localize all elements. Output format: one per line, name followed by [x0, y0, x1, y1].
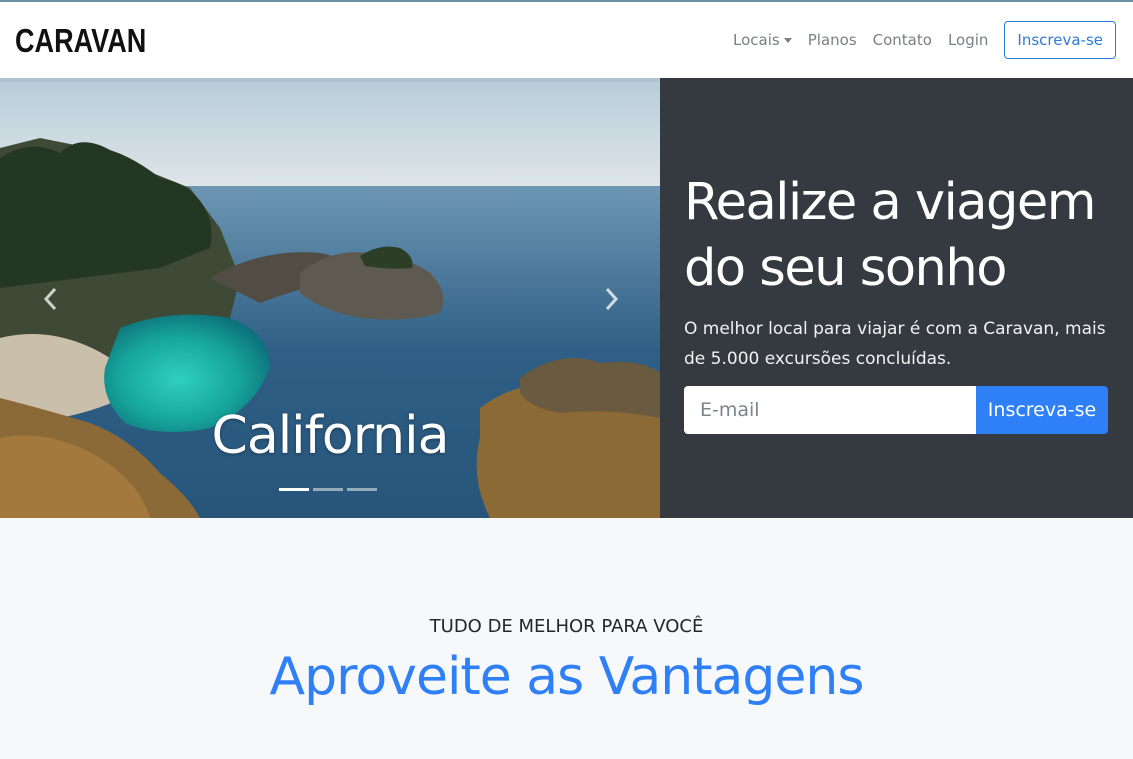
navbar: CARAVAN Locais Planos Contato Login Insc… — [0, 0, 1133, 78]
nav-link-planos[interactable]: Planos — [808, 31, 857, 49]
signup-nav-button[interactable]: Inscreva-se — [1004, 21, 1116, 59]
carousel-indicators — [279, 488, 377, 491]
email-field[interactable] — [684, 386, 976, 434]
hero-title-line2: do seu sonho — [684, 239, 1007, 298]
nav-link-label: Locais — [733, 31, 780, 49]
carousel-indicator-2[interactable] — [313, 488, 343, 491]
signup-button[interactable]: Inscreva-se — [976, 386, 1108, 434]
hero-subtitle: O melhor local para viajar é com a Carav… — [684, 319, 1106, 369]
hero-panel: Realize a viagem do seu sonho O melhor l… — [660, 78, 1133, 518]
section-eyebrow: TUDO DE MELHOR PARA VOCÊ — [429, 616, 704, 637]
section-title: Aproveite as Vantagens — [269, 647, 865, 707]
signup-form: Inscreva-se — [684, 386, 1108, 434]
caret-down-icon — [783, 37, 792, 43]
nav-link-contato[interactable]: Contato — [873, 31, 932, 49]
hero-title: Realize a viagem do seu sonho — [684, 170, 1108, 302]
nav-link-login[interactable]: Login — [948, 31, 988, 49]
carousel: California — [0, 78, 660, 518]
carousel-indicator-3[interactable] — [347, 488, 377, 491]
chevron-right-icon — [605, 287, 619, 311]
nav-link-locais[interactable]: Locais — [733, 31, 792, 49]
chevron-left-icon — [43, 287, 57, 311]
brand-logo[interactable]: CARAVAN — [15, 24, 146, 57]
carousel-prev-button[interactable] — [40, 286, 62, 312]
features-section: TUDO DE MELHOR PARA VOCÊ Aproveite as Va… — [0, 518, 1133, 759]
nav-links: Locais Planos Contato Login Inscreva-se — [717, 21, 1116, 59]
hero-title-line1: Realize a viagem — [684, 173, 1096, 232]
carousel-indicator-1[interactable] — [279, 488, 309, 491]
carousel-next-button[interactable] — [600, 286, 622, 312]
carousel-caption: California — [211, 406, 450, 466]
